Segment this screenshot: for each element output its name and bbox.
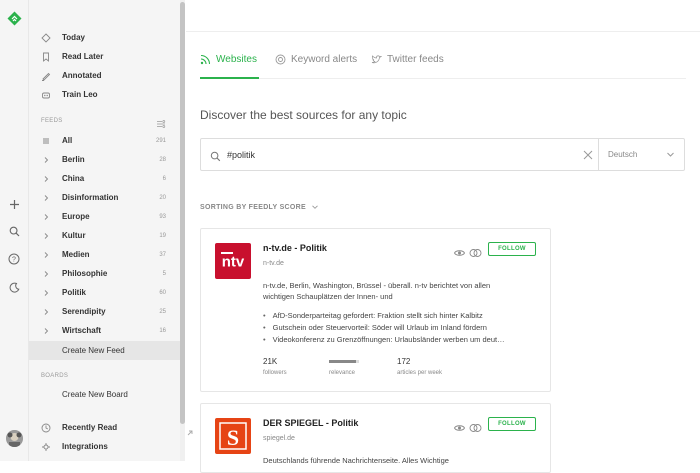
boards-header: BOARDS <box>41 373 69 379</box>
scrollbar-thumb[interactable] <box>180 2 185 424</box>
source-description: n-tv.de, Berlin, Washington, Brüssel - ü… <box>263 281 491 301</box>
chevron-right-icon[interactable] <box>41 326 51 336</box>
search-icon <box>210 149 221 162</box>
feeds-header: FEEDS <box>41 118 63 124</box>
source-url: spiegel.de <box>263 435 295 442</box>
relevance-bar <box>329 360 359 363</box>
rss-icon <box>200 54 211 65</box>
sidebar-item-read-later[interactable]: Read Later <box>29 47 180 66</box>
svg-text:?: ? <box>12 257 16 264</box>
sidebar-item-philosophie[interactable]: Philosophie 5 <box>29 264 180 283</box>
left-rail: ? <box>0 0 29 461</box>
sidebar-item-wirtschaft[interactable]: Wirtschaft 16 <box>29 321 180 340</box>
related-sources-icon[interactable] <box>469 245 482 257</box>
follow-button[interactable]: FOLLOW <box>488 417 536 431</box>
recent-articles-list: AfD-Sonderparteitag gefordert: Fraktion … <box>263 310 543 346</box>
list-item[interactable]: AfD-Sonderparteitag gefordert: Fraktion … <box>263 310 543 322</box>
sidebar-item-china[interactable]: China 6 <box>29 169 180 188</box>
clear-search-icon[interactable] <box>581 148 595 162</box>
chevron-right-icon[interactable] <box>41 269 51 279</box>
sidebar-item-all[interactable]: All 291 <box>29 131 180 150</box>
source-url: n-tv.de <box>263 260 284 267</box>
sidebar-item-train-leo[interactable]: Train Leo <box>29 85 180 104</box>
follow-button[interactable]: FOLLOW <box>488 242 536 256</box>
create-new-feed-button[interactable]: Create New Feed <box>29 341 180 360</box>
chevron-right-icon[interactable] <box>41 231 51 241</box>
ntv-logo: ntv <box>215 243 251 279</box>
sidebar-item-serendipity[interactable]: Serendipity 25 <box>29 302 180 321</box>
relevance-bar-fill <box>329 360 356 363</box>
sidebar-item-integrations[interactable]: Integrations <box>29 437 180 456</box>
preview-eye-icon[interactable] <box>453 420 466 431</box>
help-icon[interactable]: ? <box>5 250 23 268</box>
sidebar-item-today[interactable]: Today <box>29 28 180 47</box>
sidebar-item-berlin[interactable]: Berlin 28 <box>29 150 180 169</box>
avatar[interactable] <box>6 430 23 447</box>
sidebar-item-medien[interactable]: Medien 37 <box>29 245 180 264</box>
sidebar-item-disinformation[interactable]: Disinformation 20 <box>29 188 180 207</box>
source-title[interactable]: n-tv.de - Politik <box>263 243 327 253</box>
relevance-stat: relevance <box>329 357 359 376</box>
articles-stat: 172 articles per week <box>397 357 443 376</box>
chevron-right-icon[interactable] <box>41 193 51 203</box>
create-new-board-button[interactable]: Create New Board <box>29 385 180 404</box>
bookmark-icon <box>41 52 51 62</box>
integrations-icon <box>41 442 51 452</box>
followers-stat: 21K followers <box>263 357 287 376</box>
top-bar <box>186 0 700 32</box>
source-tabs: Websites Keyword alerts Twitter feeds <box>200 54 686 79</box>
search-icon[interactable] <box>5 222 23 240</box>
feeds-settings-icon[interactable] <box>156 116 166 128</box>
feedly-logo-icon[interactable] <box>7 11 22 26</box>
sidebar-item-politik[interactable]: Politik 60 <box>29 283 180 302</box>
search-input[interactable] <box>227 147 567 163</box>
sidebar-item-annotated[interactable]: Annotated <box>29 66 180 85</box>
source-stats: 21K followers relevance 172 articles per… <box>263 357 543 381</box>
tab-websites[interactable]: Websites <box>200 54 259 79</box>
chevron-right-icon[interactable] <box>41 155 51 165</box>
tab-twitter-feeds[interactable]: Twitter feeds <box>371 54 444 79</box>
sidebar-item-europe[interactable]: Europe 93 <box>29 207 180 226</box>
chevron-right-icon[interactable] <box>41 307 51 317</box>
tab-keyword-alerts[interactable]: Keyword alerts <box>275 54 357 79</box>
plus-icon[interactable] <box>5 195 23 213</box>
chevron-down-icon <box>311 203 319 211</box>
search-box: Deutsch <box>200 138 685 171</box>
language-select[interactable]: Deutsch <box>598 139 685 170</box>
chevron-right-icon[interactable] <box>41 250 51 260</box>
svg-text:S: S <box>227 425 239 450</box>
moon-icon[interactable] <box>5 278 23 296</box>
leo-icon <box>41 90 51 100</box>
sidebar-item-kultur[interactable]: Kultur 19 <box>29 226 180 245</box>
spiegel-logo: S <box>215 418 251 454</box>
sidebar: Today Read Later Annotated Train Leo FEE… <box>29 0 180 461</box>
source-card[interactable]: ntv n-tv.de - Politik n-tv.de FOLLOW n-t… <box>200 228 551 392</box>
sidebar-item-recently-read[interactable]: Recently Read <box>29 418 180 437</box>
preview-eye-icon[interactable] <box>453 245 466 256</box>
twitter-icon <box>371 54 383 65</box>
related-sources-icon[interactable] <box>469 420 482 432</box>
alert-icon <box>275 54 286 65</box>
list-item[interactable]: Gutschein oder Steuervorteil: Söder will… <box>263 322 543 334</box>
source-title[interactable]: DER SPIEGEL - Politik <box>263 418 358 428</box>
chevron-right-icon[interactable] <box>41 288 51 298</box>
svg-text:ntv: ntv <box>222 254 245 271</box>
page-title: Discover the best sources for any topic <box>200 108 407 122</box>
chevron-right-icon[interactable] <box>41 174 51 184</box>
chevron-right-icon[interactable] <box>41 212 51 222</box>
today-icon <box>41 32 51 43</box>
source-card[interactable]: S DER SPIEGEL - Politik spiegel.de FOLLO… <box>200 403 551 473</box>
highlighter-icon <box>41 71 51 81</box>
chevron-down-icon <box>666 150 675 159</box>
main-panel: Websites Keyword alerts Twitter feeds Di… <box>186 0 700 473</box>
list-item[interactable]: Videokonferenz zu Grenzöffnungen: Urlaub… <box>263 334 543 346</box>
list-icon <box>41 136 51 146</box>
sorting-dropdown[interactable]: SORTING BY FEEDLY SCORE <box>200 203 319 211</box>
sidebar-scrollbar[interactable] <box>180 0 185 461</box>
clock-icon <box>41 423 51 433</box>
